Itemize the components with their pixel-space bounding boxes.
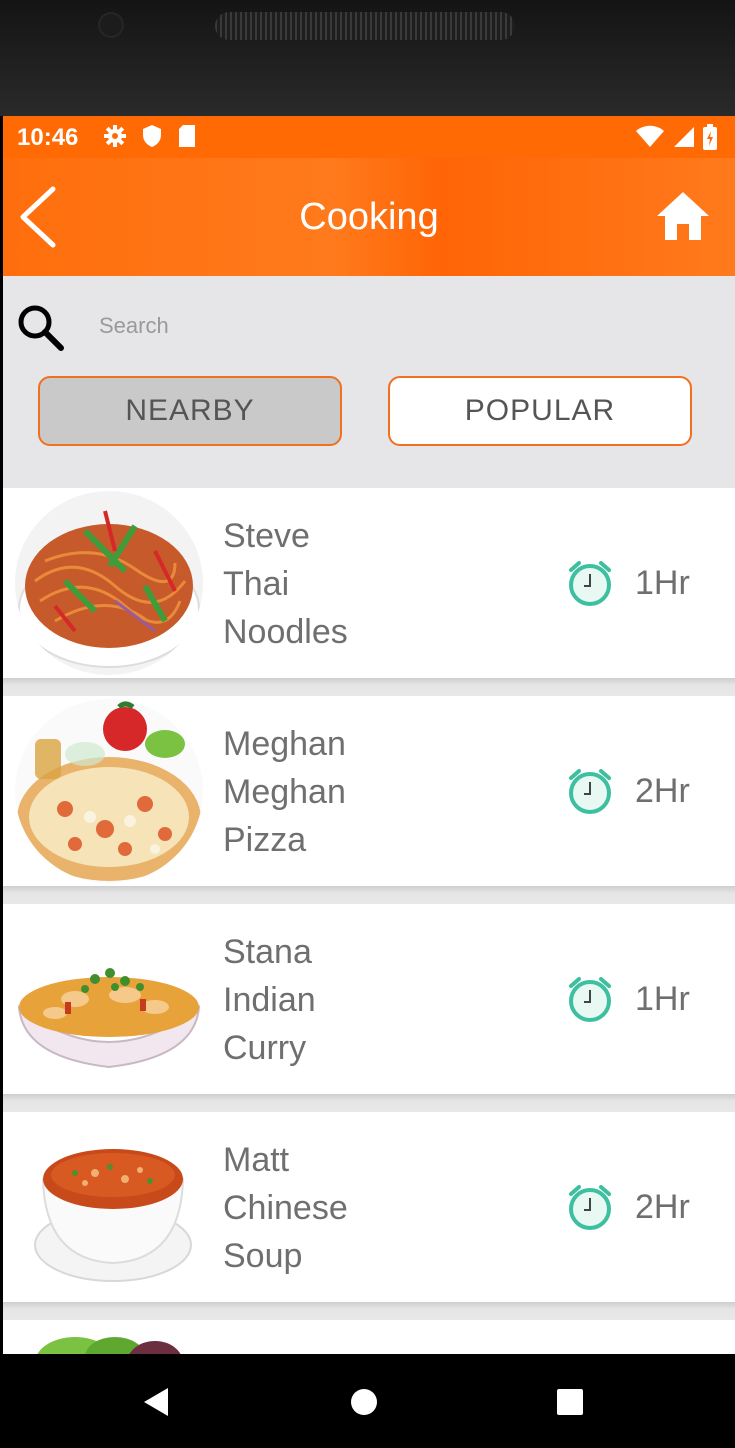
list-item[interactable]: Steve Thai Noodles 1Hr [3,488,735,678]
status-icons-left [103,124,197,148]
recents-square-icon[interactable] [550,1382,590,1422]
front-camera [98,12,124,38]
list-divider [3,886,735,904]
app-bar: Cooking [3,158,735,276]
popular-filter-button[interactable]: POPULAR [388,376,692,446]
status-bar: 10:46 [3,116,735,158]
earpiece-speaker [215,12,515,40]
list-item[interactable]: Matt Chinese Soup 2Hr [3,1112,735,1302]
list-item[interactable] [3,1320,735,1354]
list-divider [3,1094,735,1112]
dish-type: Noodles [223,613,348,651]
battery-icon [703,124,717,150]
alarm-clock-icon [569,769,611,814]
cook-name: Stana [223,933,312,971]
wifi-icon [636,125,664,147]
food-image [15,907,203,1091]
food-image [15,699,203,883]
alarm-clock-icon [569,1185,611,1230]
search-panel: NEARBY POPULAR [3,276,735,488]
shield-icon [143,125,161,147]
search-icon[interactable] [15,302,67,354]
home-circle-icon[interactable] [344,1382,384,1422]
gear-icon [104,125,126,147]
dish-type: Pizza [223,821,307,859]
system-navigation-bar [0,1354,735,1448]
duration: 1Hr [635,564,690,602]
dish-type: Curry [223,1029,307,1067]
list-item[interactable]: Stana Indian Curry 1Hr [3,904,735,1094]
dish-origin: Thai [223,565,290,603]
food-description: Matt Chinese Soup [223,1136,348,1280]
status-icons-right [635,124,717,150]
nearby-filter-label: NEARBY [125,394,255,427]
back-triangle-icon[interactable] [138,1382,178,1422]
nearby-filter-button[interactable]: NEARBY [38,376,342,446]
duration: 1Hr [635,980,690,1018]
food-description: Meghan Meghan Pizza [223,720,346,864]
alarm-clock-icon [569,561,611,606]
status-time: 10:46 [17,124,79,151]
duration: 2Hr [635,772,690,810]
list-divider [3,1302,735,1320]
sd-card-icon [179,125,195,147]
dish-type: Soup [223,1237,303,1275]
food-description: Steve Thai Noodles [223,512,348,656]
list-divider [3,678,735,696]
home-button[interactable] [655,190,711,242]
device-bezel [0,0,735,116]
food-image [15,491,203,675]
food-image [15,1115,203,1299]
page-title: Cooking [299,196,439,238]
dish-origin: Chinese [223,1189,348,1227]
cook-name: Meghan [223,725,346,763]
alarm-clock-icon [569,977,611,1022]
list-item[interactable]: Meghan Meghan Pizza 2Hr [3,696,735,886]
home-icon [657,192,709,240]
signal-icon [674,127,694,147]
duration: 2Hr [635,1188,690,1226]
food-description: Stana Indian Curry [223,928,316,1072]
app-screen: 10:46 Cooking Search NEARBY POPULAR Stev… [3,116,735,1354]
cook-name: Matt [223,1141,290,1179]
food-image [15,1323,203,1354]
search-input[interactable] [99,304,659,348]
dish-origin: Meghan [223,773,346,811]
dish-origin: Indian [223,981,316,1019]
popular-filter-label: POPULAR [464,394,616,427]
cook-name: Steve [223,517,310,555]
